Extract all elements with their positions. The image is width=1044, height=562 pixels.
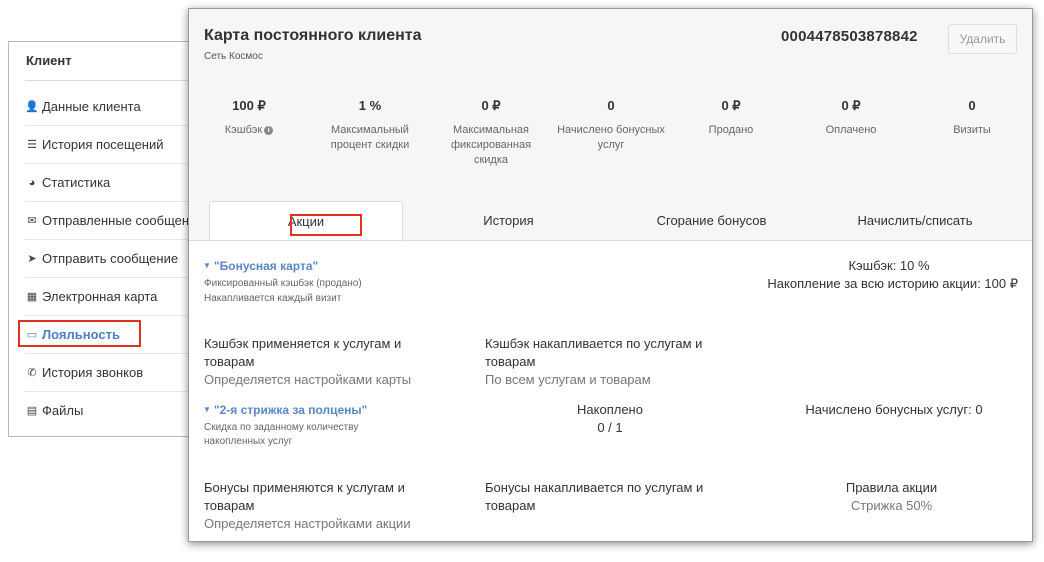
promo-cashback: Кэшбэк: 10 % [848,258,930,273]
stat-value: 0 [968,98,976,113]
promo-rules-value: Стрижка 50% [850,498,933,513]
tab-highlight-box [290,214,362,236]
client-sidebar-title: Клиент [26,53,72,68]
stat-value: 0 ₽ [841,98,861,113]
promo-accrue-title-cont: товарам [485,498,536,513]
client-sidebar: Клиент 👤 Данные клиента ☰ История посеще… [8,41,195,437]
promo-title-bonus-card[interactable]: ▼ "Бонусная карта" [203,259,318,273]
loyalty-card-panel: Карта постоянного клиента Сеть Космос 00… [188,8,1033,542]
tab-bonus-expiration[interactable]: Сгорание бонусов [614,201,809,241]
caret-down-icon: ▼ [203,261,211,270]
stat-label: Визиты [953,124,991,136]
send-icon: ➤ [27,253,37,265]
delete-button[interactable]: Удалить [948,24,1017,54]
stat-value: 1 % [358,98,382,113]
promo-accumulation: Накопление за всю историю акции: 100 ₽ [767,276,1018,291]
sidebar-item-statistics[interactable]: ◕ Статистика [25,164,195,202]
stat-bonus-services: 0 Начислено бонусных услуг [551,97,671,153]
stat-value: 0 [607,98,615,113]
caret-down-icon: ▼ [203,405,211,414]
promo-apply-title-cont: товарам [204,498,255,513]
sidebar-item-client-data[interactable]: 👤 Данные клиента [25,88,195,126]
stat-sold: 0 ₽ Продано [671,97,791,138]
sidebar-item-label: Отправить сообщение [42,251,179,266]
list-icon: ☰ [27,139,37,151]
promo-accrue-title: Бонусы накапливается по услугам и [485,480,704,495]
loyalty-highlight-box [18,320,141,347]
sidebar-item-label: Данные клиента [42,99,141,114]
divider [25,80,195,81]
promo-apply-note: Определяется настройками карты [204,372,412,387]
stat-label: Продано [708,124,754,136]
stat-label: Максимальная фиксированная скидка [450,124,532,166]
stat-cashback: 100 ₽ Кэшбэк i [189,97,309,138]
sidebar-item-visit-history[interactable]: ☰ История посещений [25,126,195,164]
tab-label: История [483,213,534,228]
promo-apply-title: Кэшбэк применяется к услугам и [204,336,402,351]
sidebar-item-sent-messages[interactable]: ✉ Отправленные сообщения [25,202,195,240]
promo-accrue-title: Кэшбэк накапливается по услугам и [485,336,703,351]
tab-divider [189,240,1032,241]
stat-max-fixed-discount: 0 ₽ Максимальная фиксированная скидка [431,97,551,168]
accumulated-value: 0 / 1 [597,420,623,435]
card-network: Сеть Космос [204,51,263,62]
card-header: Карта постоянного клиента Сеть Космос 00… [189,9,1032,242]
promo-accrue-note: По всем услугам и товарам [485,372,651,387]
card-title: Карта постоянного клиента [204,27,422,44]
phone-icon: ✆ [27,367,37,379]
sidebar-item-label: История посещений [42,137,164,152]
stat-max-percent-discount: 1 % Максимальный процент скидки [310,97,430,153]
accumulated-label: Накоплено [577,402,643,417]
sidebar-item-call-history[interactable]: ✆ История звонков [25,354,195,392]
tab-label: Сгорание бонусов [656,213,767,228]
promo-title-second-haircut[interactable]: ▼ "2-я стрижка за полцены" [203,403,367,417]
sidebar-item-label: Электронная карта [42,289,158,304]
file-icon: ▤ [26,405,38,417]
stat-paid: 0 ₽ Оплачено [791,97,911,138]
stat-label: Кэшбэк [224,124,263,136]
stat-value: 0 ₽ [721,98,741,113]
qr-code-icon: ▦ [26,291,38,303]
bonus-services-accrued: Начислено бонусных услуг: 0 [805,402,983,417]
promo-accrual-rule: Накапливается каждый визит [204,293,342,304]
sidebar-item-label: Отправленные сообщения [42,213,195,228]
pie-chart-icon: ◕ [28,177,36,189]
stat-label: Максимальный процент скидки [330,124,410,151]
sidebar-item-electronic-card[interactable]: ▦ Электронная карта [25,278,195,316]
sidebar-item-label: Статистика [42,175,111,190]
stat-label: Начислено бонусных услуг [557,124,665,151]
promo-apply-title: Бонусы применяются к услугам и [204,480,405,495]
tab-accrue-deduct[interactable]: Начислить/списать [817,201,1013,241]
promo-apply-title-cont: товарам [204,354,255,369]
promo-type-cont: накопленных услуг [204,436,293,447]
promo-rules-label: Правила акции [845,480,938,495]
user-icon: 👤 [25,101,39,113]
promo-apply-note: Определяется настройками акции [204,516,411,531]
info-icon[interactable]: i [264,126,274,135]
promo-type: Скидка по заданному количеству [204,422,359,433]
sidebar-item-send-message[interactable]: ➤ Отправить сообщение [25,240,195,278]
stat-value: 100 ₽ [232,98,266,113]
stat-visits: 0 Визиты [912,97,1032,138]
promo-type: Фиксированный кэшбэк (продано) [204,278,362,289]
promo-accrue-title-cont: товарам [485,354,536,369]
stat-value: 0 ₽ [481,98,501,113]
sidebar-item-label: Файлы [42,403,84,418]
sidebar-item-label: История звонков [42,365,144,380]
sidebar-item-files[interactable]: ▤ Файлы [25,392,195,430]
tab-label: Начислить/списать [857,213,973,228]
tab-promotions[interactable]: Акции [209,201,403,242]
envelope-icon: ✉ [27,215,37,227]
tab-history[interactable]: История [411,201,606,241]
card-number: 0004478503878842 [781,28,918,45]
stat-label: Оплачено [825,124,877,136]
